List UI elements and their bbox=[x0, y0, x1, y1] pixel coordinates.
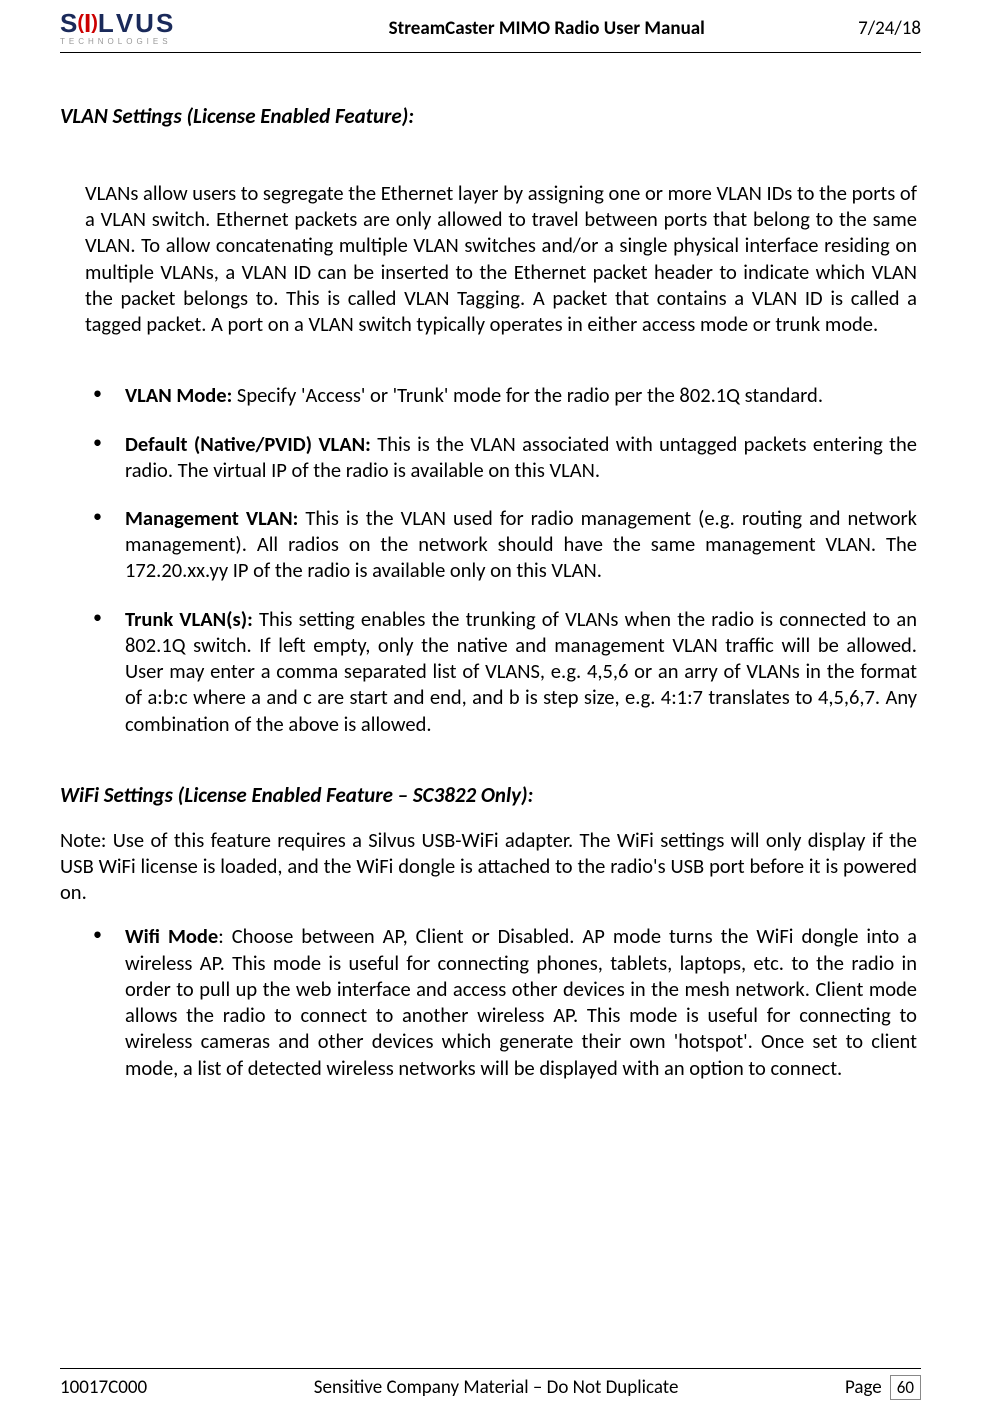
bullet-text: Specify 'Access' or 'Trunk' mode for the… bbox=[237, 382, 823, 408]
list-item: Trunk VLAN(s): This setting enables the … bbox=[85, 606, 917, 737]
page-content: VLAN Settings (License Enabled Feature):… bbox=[60, 103, 921, 1081]
logo-text: S(I)LVUS bbox=[60, 10, 175, 36]
section-heading-vlan: VLAN Settings (License Enabled Feature): bbox=[60, 103, 921, 130]
list-item: Default (Native/PVID) VLAN: This is the … bbox=[85, 431, 917, 483]
page-header: S(I)LVUS TECHNOLOGIES StreamCaster MIMO … bbox=[60, 0, 921, 53]
wifi-note-paragraph: Note: Use of this feature requires a Sil… bbox=[60, 827, 921, 906]
list-item: Management VLAN: This is the VLAN used f… bbox=[85, 505, 917, 584]
list-item: VLAN Mode: Specify 'Access' or 'Trunk' m… bbox=[85, 382, 917, 408]
page-footer: 10017C000 Sensitive Company Material – D… bbox=[60, 1368, 921, 1400]
footer-doc-id: 10017C000 bbox=[60, 1376, 147, 1399]
logo-subtext: TECHNOLOGIES bbox=[60, 38, 175, 46]
bullet-label: Wifi Mode bbox=[125, 923, 218, 949]
document-title: StreamCaster MIMO Radio User Manual bbox=[175, 17, 858, 40]
bullet-text: : Choose between AP, Client or Disabled.… bbox=[125, 923, 917, 1080]
bullet-label: Trunk VLAN(s): bbox=[125, 606, 259, 632]
page-number: 60 bbox=[890, 1375, 921, 1400]
document-date: 7/24/18 bbox=[858, 17, 921, 40]
bullet-label: Management VLAN: bbox=[125, 505, 305, 531]
list-item: Wifi Mode: Choose between AP, Client or … bbox=[85, 923, 917, 1080]
bullet-label: Default (Native/PVID) VLAN: bbox=[125, 431, 377, 457]
bullet-label: VLAN Mode: bbox=[125, 382, 237, 408]
footer-page-info: Page 60 bbox=[845, 1375, 921, 1400]
wifi-bullet-list: Wifi Mode: Choose between AP, Client or … bbox=[60, 923, 921, 1080]
page-label: Page bbox=[845, 1376, 882, 1399]
section-heading-wifi: WiFi Settings (License Enabled Feature –… bbox=[60, 782, 921, 809]
footer-confidentiality: Sensitive Company Material – Do Not Dupl… bbox=[314, 1376, 679, 1399]
vlan-bullet-list: VLAN Mode: Specify 'Access' or 'Trunk' m… bbox=[60, 382, 921, 737]
vlan-intro-paragraph: VLANs allow users to segregate the Ether… bbox=[60, 180, 921, 337]
company-logo: S(I)LVUS TECHNOLOGIES bbox=[60, 10, 175, 46]
